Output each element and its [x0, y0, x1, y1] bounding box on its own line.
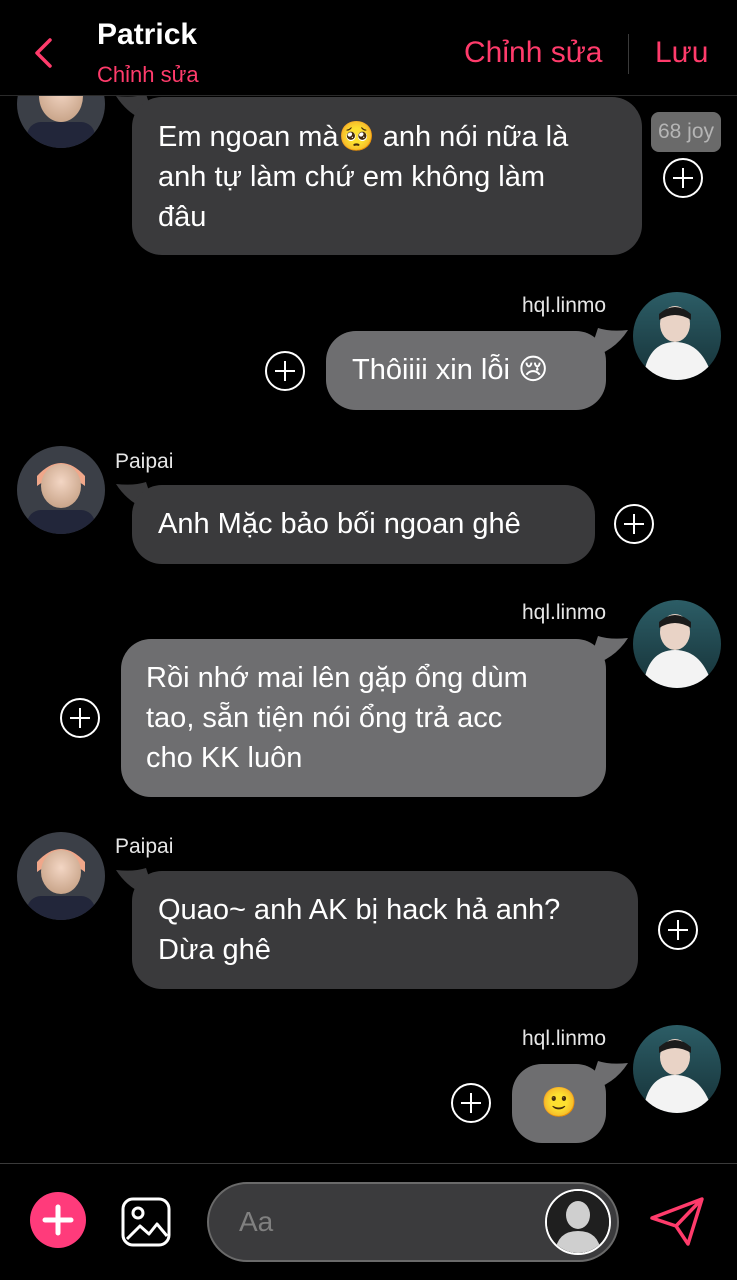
- composer-bar: Aa: [0, 1163, 737, 1280]
- add-reaction-button[interactable]: [657, 909, 699, 951]
- message-text-line: Rồi nhớ mai lên gặp ổng dùm: [146, 662, 528, 694]
- message-text-line: Anh Mặc bảo bối ngoan ghê: [158, 508, 521, 540]
- plus-circle-icon: [42, 1204, 74, 1236]
- add-reaction-button[interactable]: [662, 157, 704, 199]
- sender-name: hql.linmo: [522, 294, 607, 317]
- sender-name: Paipai: [115, 450, 174, 473]
- back-button[interactable]: [28, 34, 58, 72]
- add-button[interactable]: [30, 1192, 86, 1248]
- message-bubble[interactable]: Em ngoan mà🥺 anh nói nữa là anh tự làm c…: [132, 97, 642, 255]
- avatar-paipai[interactable]: [17, 446, 105, 534]
- avatar-image: [17, 832, 105, 920]
- avatar-image: [633, 1025, 721, 1113]
- add-reaction-button[interactable]: [59, 697, 101, 739]
- message-bubble[interactable]: Thôiiii xin lỗi 😢: [326, 331, 606, 410]
- message-bubble[interactable]: Quao~ anh AK bị hack hả anh? Dừa ghê: [132, 871, 638, 989]
- image-button[interactable]: [120, 1196, 172, 1248]
- avatar-hql-linmo[interactable]: [633, 292, 721, 380]
- add-reaction-button[interactable]: [613, 503, 655, 545]
- message-text-line: anh tự làm chứ em không làm: [158, 161, 545, 193]
- message-text-line: Em ngoan mà🥺 anh nói nữa là: [158, 121, 569, 153]
- chat-header: Patrick Chỉnh sửa Chỉnh sửa Lưu: [0, 0, 737, 96]
- message-text-line: cho KK luôn: [146, 742, 303, 774]
- header-divider: [628, 34, 629, 74]
- avatar-image: [17, 446, 105, 534]
- avatar[interactable]: [545, 1189, 611, 1255]
- add-reaction-button[interactable]: [450, 1082, 492, 1124]
- message-bubble[interactable]: Anh Mặc bảo bối ngoan ghê: [132, 485, 595, 564]
- add-reaction-button[interactable]: [264, 350, 306, 392]
- message-input-placeholder: Aa: [239, 1206, 274, 1237]
- page-subtitle: Chỉnh sửa: [97, 62, 199, 87]
- plus-outline-icon: [658, 910, 698, 950]
- plus-outline-icon: [265, 351, 305, 391]
- message-text-line: 🙂: [540, 1087, 578, 1119]
- status-badge: 68 joy: [651, 112, 721, 152]
- message-text-line: Dừa ghê: [158, 934, 271, 966]
- message-text-line: Quao~ anh AK bị hack hả anh?: [158, 894, 561, 926]
- paper-plane-icon: [650, 1197, 704, 1246]
- plus-outline-icon: [60, 698, 100, 738]
- message-bubble[interactable]: 🙂: [512, 1064, 606, 1143]
- sender-name: hql.linmo: [522, 1027, 607, 1050]
- sender-name: hql.linmo: [522, 601, 607, 624]
- message-bubble[interactable]: Rồi nhớ mai lên gặp ổng dùm tao, sẵn tiệ…: [121, 639, 606, 797]
- message-text-line: Thôiiii xin lỗi 😢: [352, 354, 549, 386]
- sender-name: Paipai: [115, 835, 174, 858]
- avatar-image: [633, 600, 721, 688]
- avatar-paipai[interactable]: [17, 832, 105, 920]
- avatar-hql-linmo[interactable]: [633, 1025, 721, 1113]
- save-button[interactable]: Lưu: [655, 36, 708, 70]
- message-text-line: tao, sẵn tiện nói ổng trả acc: [146, 702, 503, 734]
- chevron-left-icon: [35, 38, 52, 68]
- user-silhouette-icon: [547, 1191, 609, 1253]
- avatar-hql-linmo[interactable]: [633, 600, 721, 688]
- plus-outline-icon: [663, 158, 703, 198]
- page-title: Patrick: [97, 18, 198, 51]
- message-text-line: đâu: [158, 201, 207, 233]
- image-icon: [121, 1197, 171, 1247]
- message-input[interactable]: Aa: [207, 1182, 619, 1262]
- plus-outline-icon: [451, 1083, 491, 1123]
- plus-outline-icon: [614, 504, 654, 544]
- edit-button[interactable]: Chỉnh sửa: [464, 36, 603, 70]
- send-button[interactable]: [648, 1196, 706, 1248]
- avatar-image: [633, 292, 721, 380]
